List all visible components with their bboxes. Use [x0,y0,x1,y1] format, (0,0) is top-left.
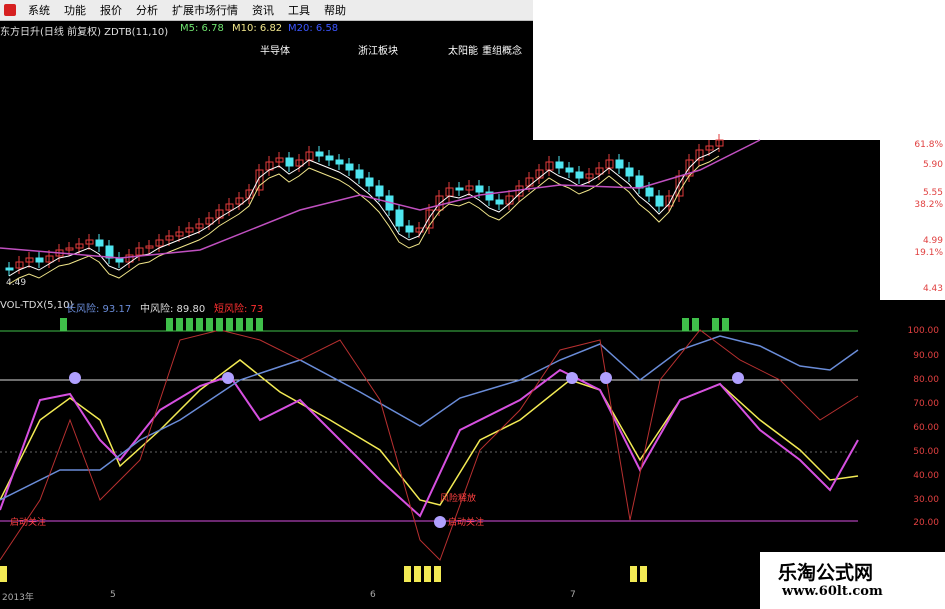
candle [565,167,574,173]
candle [645,187,654,197]
signal-bar [176,318,183,331]
volume-bar [0,566,7,582]
candle [5,267,14,271]
signal-bar [246,318,253,331]
signal-bar [712,318,719,331]
signal-bar [186,318,193,331]
signal-label: 启动关注 [448,518,485,528]
date-label: 7 [570,590,576,600]
volume-bar [414,566,421,582]
signal-bar [692,318,699,331]
signal-bar [722,318,729,331]
smiley-icon [69,372,81,384]
ma10-line [8,155,720,285]
candle [575,171,584,179]
signal-bar [206,318,213,331]
signal-bar [216,318,223,331]
date-label: 5 [110,590,116,600]
blue-line [0,335,859,501]
watermark-title: 乐淘公式网 [778,562,874,584]
smiley-icon [434,516,446,528]
candle [345,163,354,171]
candle [365,177,374,187]
candle [375,185,384,197]
smiley-icon [222,372,234,384]
red-line [0,329,859,561]
candle [285,157,294,167]
ma20-line [0,139,761,259]
candle [335,159,344,165]
volume-bar [404,566,411,582]
candle [355,169,364,179]
date-label: 2013年 [2,593,34,603]
candle [555,161,564,169]
candle [635,175,644,189]
yellow-line [0,359,859,506]
volume-bar [434,566,441,582]
volume-bar [630,566,637,582]
candle [405,225,414,233]
candle [625,167,634,177]
candle [495,199,504,205]
candle [655,195,664,207]
candle [455,187,464,191]
signal-bar [196,318,203,331]
volume-bar [640,566,647,582]
smiley-icon [566,372,578,384]
signal-label: 风险释放 [440,494,477,504]
volume-bar [424,566,431,582]
date-label: 6 [370,590,376,600]
candle [395,209,404,227]
watermark: 乐淘公式网 www.60lt.com [760,552,945,609]
candle [95,239,104,247]
signal-label: 启动关注 [10,518,47,528]
candle [315,151,324,157]
signal-bar [682,318,689,331]
candle [615,159,624,169]
smiley-icon [732,372,744,384]
signal-bar [236,318,243,331]
signal-bar [60,318,67,331]
signal-bar [256,318,263,331]
candle [325,155,334,161]
candle [475,185,484,193]
candle [35,257,44,263]
signal-bar [226,318,233,331]
watermark-url: www.60lt.com [782,584,883,599]
signal-bar [166,318,173,331]
smiley-icon [600,372,612,384]
